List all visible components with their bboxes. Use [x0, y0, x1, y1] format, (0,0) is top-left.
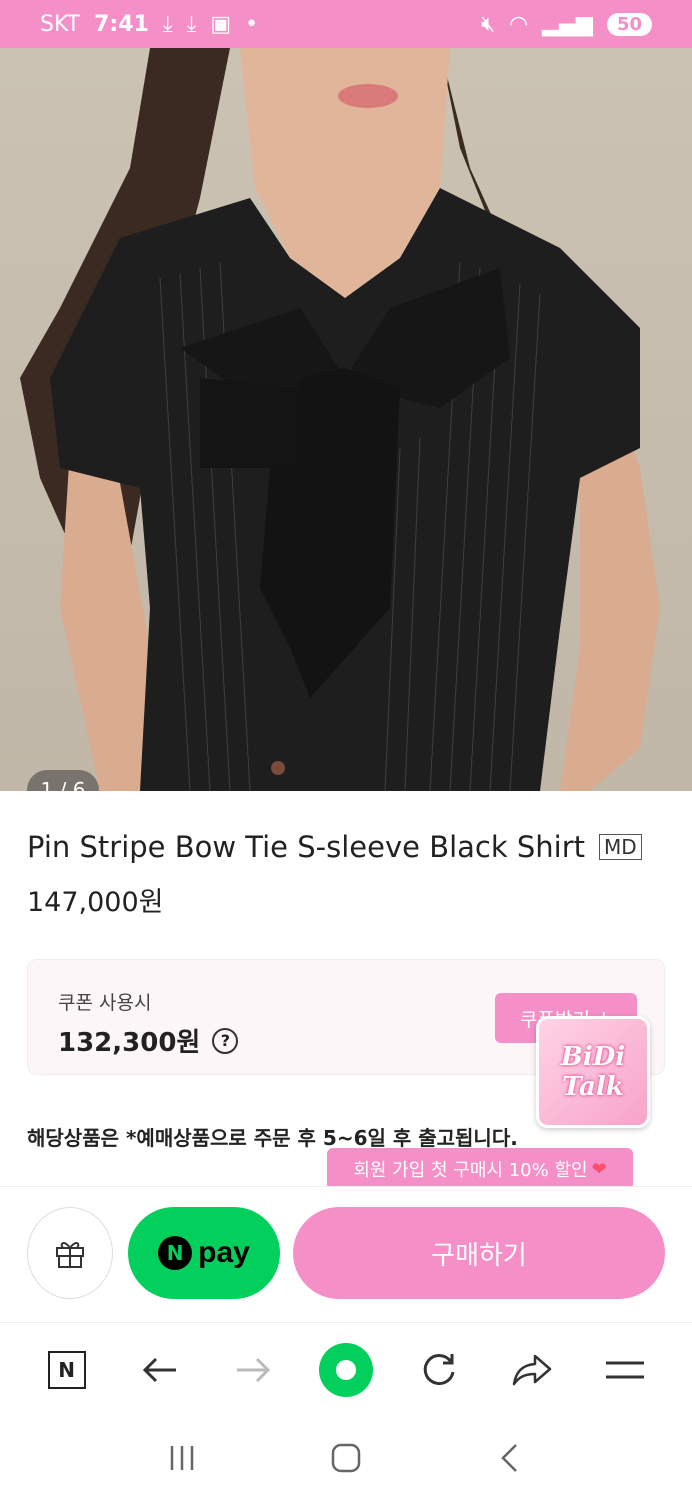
carrier-label: SKT	[40, 11, 81, 37]
preorder-notice: 해당상품은 *예매상품으로 주문 후 5~6일 후 출고됩니다.	[27, 1126, 518, 1150]
md-badge: MD	[599, 834, 642, 860]
system-back-button[interactable]	[480, 1428, 540, 1488]
product-title-row: Pin Stripe Bow Tie S-sleeve Black Shirt …	[27, 830, 642, 864]
npay-button[interactable]: N pay	[128, 1207, 280, 1299]
promo-text: 회원 가입 첫 구매시 10% 할인	[353, 1160, 588, 1181]
npay-logo-icon: N	[158, 1236, 193, 1270]
help-icon[interactable]: ?	[212, 1027, 239, 1054]
menu-button[interactable]	[595, 1340, 655, 1400]
status-bar: SKT 7:41 ⤓ ⤓ ▣ • 🔇︎ ◠ ▂▄▆ 50	[0, 0, 692, 48]
clock: 7:41	[94, 11, 149, 37]
coupon-label: 쿠폰 사용시	[58, 992, 152, 1014]
refresh-button[interactable]	[409, 1340, 469, 1400]
notification-dot-icon: •	[245, 11, 259, 37]
product-image[interactable]: 1 / 6	[0, 48, 692, 791]
chat-widget-logo-line1: BiDi	[560, 1042, 626, 1072]
forward-button[interactable]	[223, 1340, 283, 1400]
share-button[interactable]	[502, 1340, 562, 1400]
browser-toolbar: N	[0, 1322, 692, 1416]
green-dot-icon	[318, 1342, 373, 1397]
recent-apps-button[interactable]	[152, 1428, 212, 1488]
signup-promo-tooltip: 회원 가입 첫 구매시 10% 할인 ❤	[327, 1148, 633, 1199]
battery-indicator: 50	[606, 12, 652, 36]
chat-widget-logo: BiDi Talk	[561, 1042, 625, 1102]
image-page-indicator: 1 / 6	[27, 770, 99, 791]
product-photo-illustration	[20, 48, 660, 791]
purchase-action-bar: N pay 구매하기	[0, 1186, 692, 1322]
npay-label: pay	[198, 1236, 250, 1269]
naver-home-icon: N	[47, 1350, 86, 1389]
system-home-button[interactable]	[316, 1428, 376, 1488]
coupon-price-row: 132,300원 ?	[58, 1022, 239, 1059]
home-square-icon	[331, 1443, 361, 1473]
screenshot-icon: ▣	[210, 11, 232, 37]
wifi-icon: ◠	[508, 11, 529, 37]
coupon-price: 132,300원	[58, 1028, 201, 1058]
arrow-right-icon	[236, 1357, 270, 1382]
share-icon	[513, 1354, 552, 1385]
chat-widget-button[interactable]: BiDi Talk	[536, 1016, 650, 1128]
refresh-icon	[423, 1353, 455, 1385]
product-title: Pin Stripe Bow Tie S-sleeve Black Shirt	[27, 830, 586, 864]
gift-icon	[56, 1242, 84, 1268]
arrow-left-icon	[142, 1357, 176, 1382]
download-icon: ⤓	[162, 11, 173, 37]
gift-button[interactable]	[27, 1207, 113, 1299]
mute-icon: 🔇︎	[481, 11, 495, 37]
android-navigation-bar	[0, 1416, 692, 1500]
chevron-left-icon	[501, 1444, 517, 1472]
buy-button[interactable]: 구매하기	[293, 1207, 665, 1299]
signal-icon: ▂▄▆	[542, 11, 593, 37]
product-price: 147,000원	[27, 887, 164, 918]
back-button[interactable]	[130, 1340, 190, 1400]
download-icon: ⤓	[186, 11, 197, 37]
green-dot-button[interactable]	[316, 1340, 376, 1400]
recent-apps-icon	[170, 1446, 194, 1470]
chat-widget-logo-line2: Talk	[562, 1072, 624, 1102]
hamburger-menu-icon	[606, 1361, 645, 1378]
naver-home-button[interactable]: N	[37, 1340, 97, 1400]
heart-icon: ❤	[591, 1158, 607, 1180]
